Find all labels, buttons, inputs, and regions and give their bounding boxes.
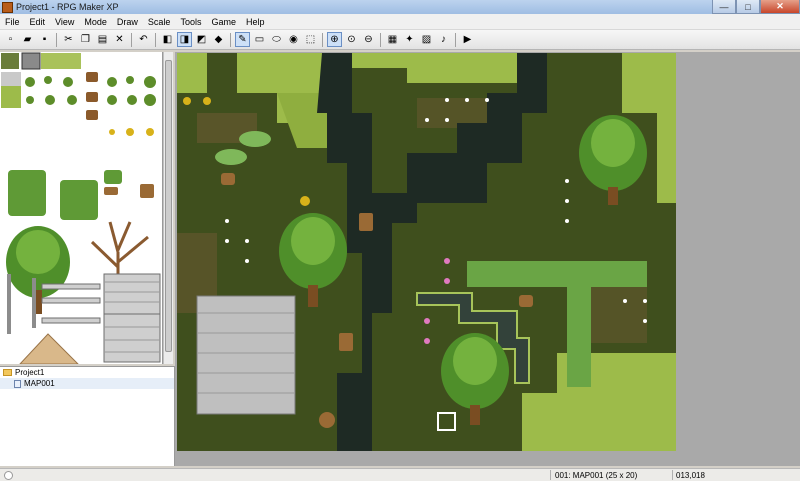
map-tiles[interactable] (177, 53, 676, 451)
palette-scrollbar[interactable] (163, 52, 173, 364)
paste-icon[interactable]: ▤ (95, 32, 110, 47)
new-project-icon[interactable]: ▫ (3, 32, 18, 47)
help-icon (4, 471, 13, 480)
toolbar-separator (131, 32, 132, 47)
map-tree: Project1 MAP001 (0, 366, 175, 466)
tree-project-label: Project1 (15, 368, 45, 377)
zoom-quarter-icon[interactable]: ⊖ (361, 32, 376, 47)
palette-scroll-thumb[interactable] (165, 60, 172, 352)
menu-view[interactable]: View (50, 17, 79, 27)
status-bar: 001: MAP001 (25 x 20) 013,018 (0, 468, 800, 481)
menu-edit[interactable]: Edit (25, 17, 51, 27)
status-coordinates: 013,018 (676, 471, 705, 480)
app-icon (2, 1, 13, 13)
menu-mode[interactable]: Mode (79, 17, 112, 27)
database-icon[interactable]: ▦ (385, 32, 400, 47)
status-divider (672, 470, 673, 480)
tree-project-item[interactable]: Project1 (0, 367, 174, 378)
toolbar: ▫ ▰ ▪ ✂ ❐ ▤ ✕ ↶ ◧ ◨ ◩ ◆ ✎ ▭ ⬭ ◉ ⬚ ⊕ ⊙ ⊖ ▦ ✦ ▨ ♪ ▶ (0, 30, 800, 50)
title-bar: Project1 - RPG Maker XP — □ ✕ (0, 0, 800, 14)
menu-file[interactable]: File (0, 17, 25, 27)
playtest-icon[interactable]: ▶ (460, 32, 475, 47)
zoom-1x-icon[interactable]: ⊕ (327, 32, 342, 47)
delete-icon[interactable]: ✕ (112, 32, 127, 47)
map-icon (14, 379, 21, 388)
menu-tools[interactable]: Tools (175, 17, 206, 27)
maximize-button[interactable]: □ (736, 0, 760, 14)
ellipse-icon[interactable]: ⬭ (269, 32, 284, 47)
layer-1-icon[interactable]: ◧ (160, 32, 175, 47)
toolbar-separator (56, 32, 57, 47)
layer-2-icon[interactable]: ◨ (177, 32, 192, 47)
tileset-palette[interactable] (0, 52, 163, 364)
menu-bar: File Edit View Mode Draw Scale Tools Gam… (0, 14, 800, 30)
minimize-button[interactable]: — (712, 0, 736, 14)
select-icon[interactable]: ⬚ (303, 32, 318, 47)
toolbar-separator (455, 32, 456, 47)
status-divider (550, 470, 551, 480)
undo-icon[interactable]: ↶ (136, 32, 151, 47)
toolbar-separator (322, 32, 323, 47)
events-layer-icon[interactable]: ◆ (211, 32, 226, 47)
tree-map-label: MAP001 (24, 379, 55, 388)
save-project-icon[interactable]: ▪ (37, 32, 52, 47)
fill-icon[interactable]: ◉ (286, 32, 301, 47)
folder-icon (3, 369, 12, 376)
rectangle-icon[interactable]: ▭ (252, 32, 267, 47)
script-editor-icon[interactable]: ▨ (419, 32, 434, 47)
layer-3-icon[interactable]: ◩ (194, 32, 209, 47)
menu-help[interactable]: Help (241, 17, 270, 27)
materialbase-icon[interactable]: ✦ (402, 32, 417, 47)
toolbar-separator (155, 32, 156, 47)
cut-icon[interactable]: ✂ (61, 32, 76, 47)
copy-icon[interactable]: ❐ (78, 32, 93, 47)
toolbar-separator (380, 32, 381, 47)
close-button[interactable]: ✕ (760, 0, 800, 14)
open-project-icon[interactable]: ▰ (20, 32, 35, 47)
toolbar-separator (230, 32, 231, 47)
sound-test-icon[interactable]: ♪ (436, 32, 451, 47)
zoom-half-icon[interactable]: ⊙ (344, 32, 359, 47)
menu-game[interactable]: Game (206, 17, 241, 27)
window-title: Project1 - RPG Maker XP (16, 2, 119, 12)
tree-map-item[interactable]: MAP001 (0, 378, 174, 389)
menu-draw[interactable]: Draw (112, 17, 143, 27)
map-canvas[interactable] (177, 53, 676, 451)
pencil-icon[interactable]: ✎ (235, 32, 250, 47)
tileset-image[interactable] (0, 52, 163, 364)
menu-scale[interactable]: Scale (143, 17, 176, 27)
status-map-info: 001: MAP001 (25 x 20) (555, 471, 638, 480)
